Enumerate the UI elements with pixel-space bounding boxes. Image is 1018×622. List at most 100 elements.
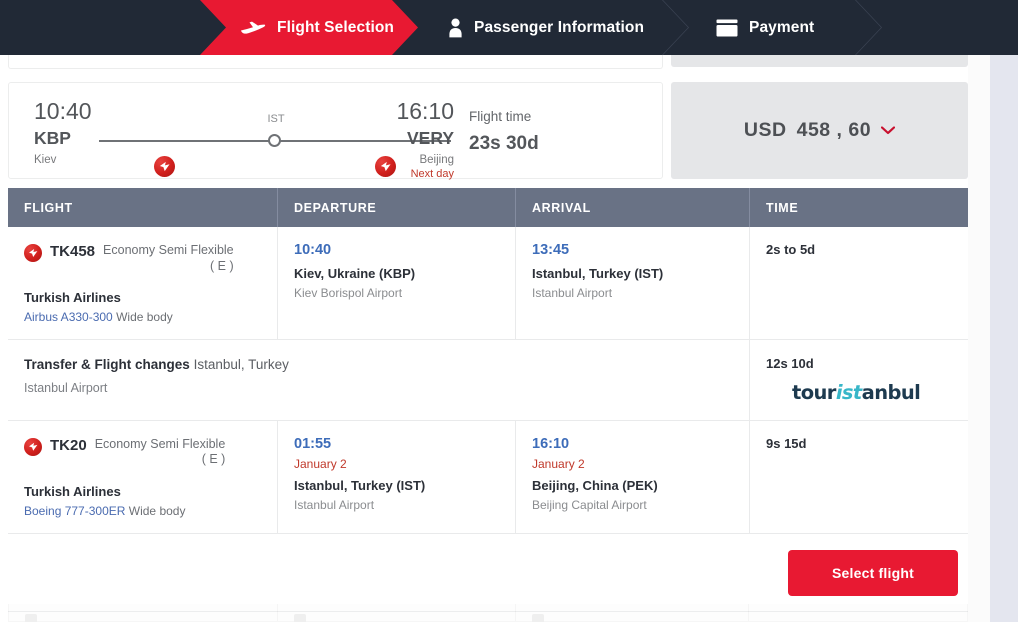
- flight-number: TK20: [50, 437, 87, 455]
- arrival-time: 16:10: [532, 437, 749, 452]
- step-label: Passenger Information: [474, 19, 644, 37]
- arrival-date: January 2: [532, 458, 749, 470]
- departure-time: 01:55: [294, 437, 515, 452]
- itinerary-summary: 10:40 KBP Kiev IST 16:10 VERY Beijing Ne…: [8, 82, 663, 179]
- fare-class: ( E ): [103, 259, 234, 275]
- table-header-row: FLIGHT DEPARTURE ARRIVAL TIME: [8, 188, 968, 227]
- credit-card-icon: [716, 19, 738, 37]
- flight-cell: TK20 Economy Semi Flexible ( E ) Turkish…: [8, 421, 278, 533]
- flight-cell: TK458 Economy Semi Flexible ( E ) Turkis…: [8, 227, 278, 339]
- aircraft-body: Wide body: [129, 504, 186, 518]
- fare-brand: Economy Semi Flexible ( E ): [95, 437, 226, 468]
- touristanbul-logo-part1: tour: [792, 381, 836, 404]
- step-payment[interactable]: Payment: [716, 0, 814, 55]
- placeholder-icon: [294, 614, 306, 622]
- step-separator-1: [662, 0, 690, 55]
- origin-time: 10:40: [34, 100, 92, 123]
- step-passenger-information[interactable]: Passenger Information: [448, 0, 644, 55]
- previous-itinerary-card-peek: [8, 55, 663, 69]
- departure-cell: 10:40 Kiev, Ukraine (KBP) Kiev Borispol …: [278, 227, 516, 339]
- transfer-title: Transfer & Flight changes Istanbul, Turk…: [24, 357, 749, 373]
- route-stop-label: IST: [251, 113, 301, 125]
- next-col-3: [516, 604, 750, 621]
- transfer-airport: Istanbul Airport: [24, 382, 749, 395]
- next-col-4: [749, 604, 967, 621]
- column-header-arrival: ARRIVAL: [516, 188, 750, 227]
- flight-identity: TK458 Economy Semi Flexible ( E ): [24, 243, 277, 274]
- flight-time-label: Flight time: [469, 110, 539, 124]
- arrival-airport: Istanbul Airport: [532, 287, 749, 299]
- arrival-city: Beijing, China (PEK): [532, 479, 749, 492]
- departure-city: Kiev, Ukraine (KBP): [294, 267, 515, 280]
- column-header-flight: FLIGHT: [8, 188, 278, 227]
- departure-date: January 2: [294, 458, 515, 470]
- airplane-icon: [240, 19, 266, 37]
- previous-price-box-peek: [671, 55, 968, 67]
- flight-duration: 9s 15d: [766, 437, 968, 450]
- departure-city: Istanbul, Turkey (IST): [294, 479, 515, 492]
- next-itinerary-table-peek: [8, 604, 968, 622]
- aircraft-body: Wide body: [116, 310, 173, 324]
- aircraft-info: Airbus A330-300 Wide body: [24, 311, 277, 323]
- arrival-time: 13:45: [532, 243, 749, 258]
- price-box[interactable]: USD 458 , 60: [671, 82, 968, 179]
- departure-cell: 01:55 January 2 Istanbul, Turkey (IST) I…: [278, 421, 516, 533]
- carrier-name: Turkish Airlines: [24, 485, 277, 498]
- destination-city: Beijing: [396, 155, 454, 167]
- table-row-transfer: Transfer & Flight changes Istanbul, Turk…: [8, 340, 968, 421]
- origin-block: 10:40 KBP Kiev: [34, 100, 92, 166]
- turkish-airlines-logo-icon: [24, 244, 42, 262]
- step-separator-2: [855, 0, 883, 55]
- next-col-2: [278, 604, 516, 621]
- aircraft-type[interactable]: Airbus A330-300: [24, 310, 113, 324]
- touristanbul-logo[interactable]: touristanbul: [792, 383, 968, 403]
- transfer-location: Istanbul, Turkey: [194, 357, 289, 372]
- arrival-cell: 16:10 January 2 Beijing, China (PEK) Bei…: [516, 421, 750, 533]
- aircraft-type[interactable]: Boeing 777-300ER: [24, 504, 125, 518]
- arrival-cell: 13:45 Istanbul, Turkey (IST) Istanbul Ai…: [516, 227, 750, 339]
- destination-block: 16:10 VERY Beijing Next day: [396, 100, 454, 181]
- departure-airport: Istanbul Airport: [294, 499, 515, 511]
- origin-code: KBP: [34, 130, 92, 148]
- flight-number: TK458: [50, 243, 95, 261]
- flight-duration: 2s to 5d: [766, 243, 968, 256]
- step-label: Payment: [749, 19, 814, 37]
- price-amount: 458 , 60: [797, 119, 871, 142]
- person-icon: [448, 18, 463, 38]
- aircraft-info: Boeing 777-300ER Wide body: [24, 505, 277, 517]
- fare-class: ( E ): [95, 452, 226, 468]
- next-col-1: [9, 604, 278, 621]
- duration-cell: 9s 15d: [750, 421, 968, 533]
- chevron-down-icon[interactable]: [881, 123, 895, 138]
- route-stop-dot: [268, 134, 281, 147]
- table-row: TK458 Economy Semi Flexible ( E ) Turkis…: [8, 227, 968, 340]
- right-side-rail: [990, 55, 1018, 622]
- destination-code: VERY: [396, 130, 454, 148]
- transfer-duration: 12s 10d: [766, 357, 968, 370]
- flight-time-block: Flight time 23s 30d: [469, 110, 539, 153]
- transfer-cell: Transfer & Flight changes Istanbul, Turk…: [8, 340, 750, 420]
- arrival-airport: Beijing Capital Airport: [532, 499, 749, 511]
- checkout-step-bar: Flight Selection Passenger Information P…: [0, 0, 1018, 55]
- select-flight-button[interactable]: Select flight: [788, 550, 958, 596]
- arrival-city: Istanbul, Turkey (IST): [532, 267, 749, 280]
- placeholder-icon: [25, 614, 37, 622]
- touristanbul-logo-part2: ist: [836, 381, 862, 404]
- origin-city: Kiev: [34, 155, 92, 167]
- fare-brand-name: Economy Semi Flexible: [103, 243, 234, 257]
- turkish-airlines-logo-icon: [24, 438, 42, 456]
- table-row: TK20 Economy Semi Flexible ( E ) Turkish…: [8, 421, 968, 534]
- transfer-title-bold: Transfer & Flight changes: [24, 357, 190, 372]
- duration-cell: 2s to 5d: [750, 227, 968, 339]
- table-footer: Select flight: [8, 534, 968, 612]
- departure-airport: Kiev Borispol Airport: [294, 287, 515, 299]
- turkish-airlines-logo-icon: [375, 156, 396, 177]
- flight-selection-screen: Flight Selection Passenger Information P…: [0, 0, 1018, 622]
- column-header-time: TIME: [750, 188, 968, 227]
- page-gutter: [968, 55, 990, 622]
- transfer-duration-cell: 12s 10d touristanbul: [750, 340, 968, 420]
- fare-brand-name: Economy Semi Flexible: [95, 437, 226, 451]
- flight-details-table: FLIGHT DEPARTURE ARRIVAL TIME TK458 Econ…: [8, 188, 968, 612]
- fare-brand: Economy Semi Flexible ( E ): [103, 243, 234, 274]
- carrier-name: Turkish Airlines: [24, 291, 277, 304]
